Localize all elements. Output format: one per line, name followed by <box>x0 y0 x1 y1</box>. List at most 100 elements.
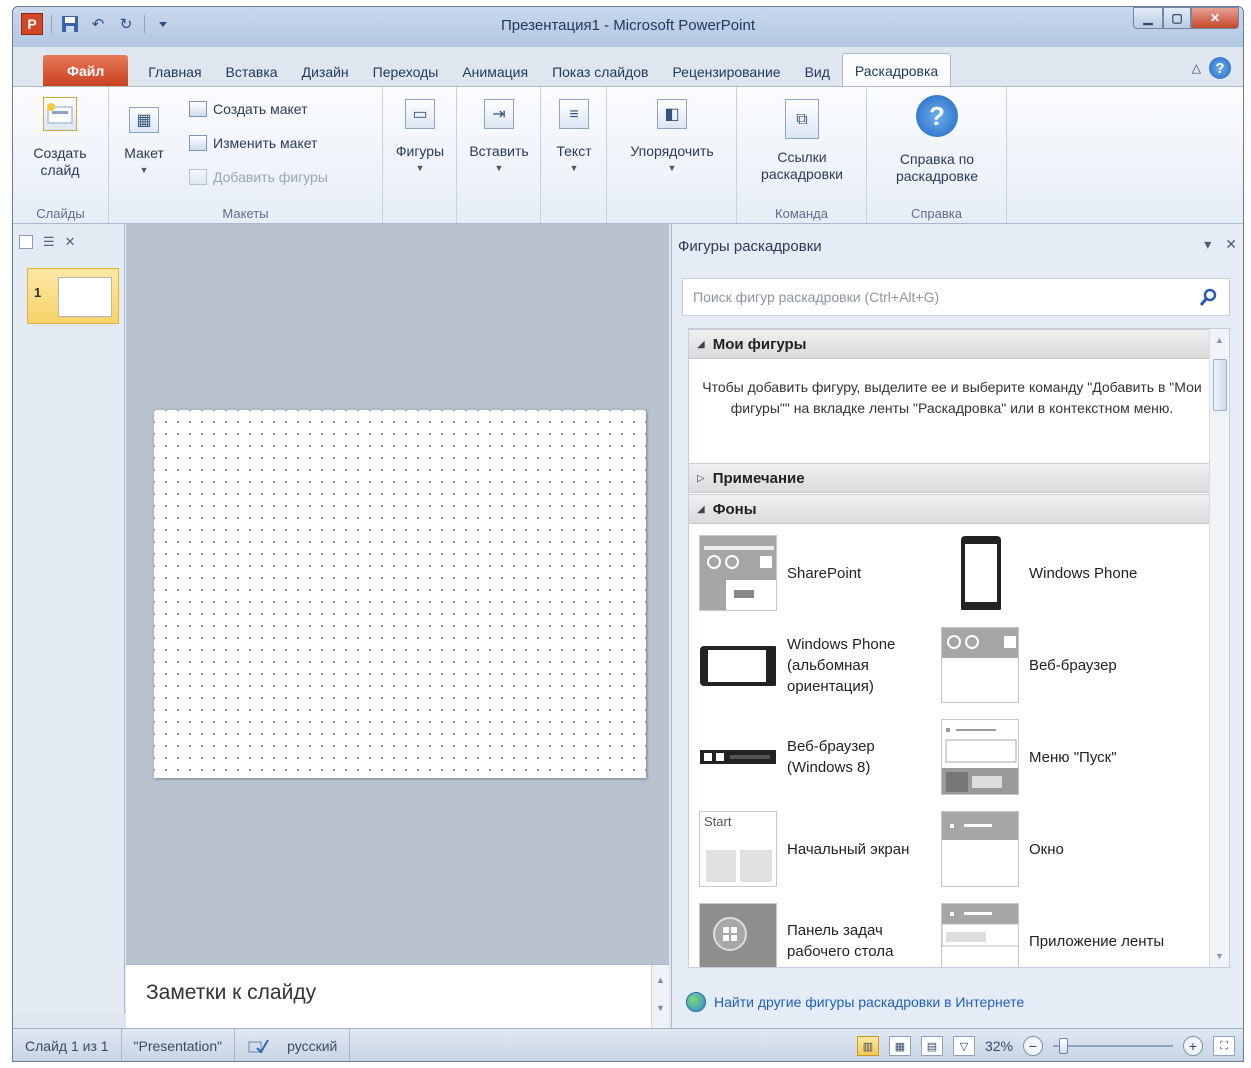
shape-start-menu[interactable]: Меню "Пуск" <box>941 719 1169 795</box>
section-note-label: Примечание <box>712 469 805 487</box>
tab-home[interactable]: Главная <box>136 57 213 87</box>
notes-placeholder[interactable]: Заметки к слайду <box>146 981 316 1005</box>
shape-search-box <box>682 278 1230 316</box>
close-pane-icon[interactable]: ✕ <box>65 234 76 250</box>
section-note[interactable]: ▷ Примечание <box>689 463 1210 493</box>
windows-phone-landscape-thumbnail <box>699 627 777 703</box>
window-thumbnail <box>941 811 1019 887</box>
collapse-icon: ▷ <box>697 472 705 484</box>
layout-button[interactable]: ▦ Макет ▼ <box>119 107 169 179</box>
shapes-button[interactable]: ▭ Фигуры ▼ <box>389 99 451 177</box>
minimize-icon[interactable]: ▁ <box>1133 7 1163 29</box>
add-shapes-button[interactable]: Добавить фигуры <box>189 169 328 185</box>
tab-animations[interactable]: Анимация <box>450 57 540 87</box>
search-icon[interactable] <box>1199 287 1219 307</box>
zoom-out-icon[interactable]: − <box>1023 1036 1043 1056</box>
notes-scrollbar[interactable]: ▲ ▼ <box>651 965 669 1029</box>
shape-web-browser[interactable]: Веб-браузер <box>941 627 1169 703</box>
zoom-level[interactable]: 32% <box>985 1038 1013 1054</box>
pane-options-icon[interactable]: ▾ <box>1204 236 1211 253</box>
scroll-up-icon[interactable]: ▲ <box>1210 335 1229 345</box>
shapes-label: Фигуры <box>395 143 445 159</box>
arrange-button[interactable]: ◧ Упорядочить ▼ <box>615 99 729 177</box>
slide-thumbnail[interactable] <box>58 277 112 317</box>
shape-desktop-taskbar[interactable]: Панель задач рабочего стола <box>699 903 927 967</box>
tab-insert[interactable]: Вставка <box>214 57 290 87</box>
create-layout-button[interactable]: Создать макет <box>189 101 308 117</box>
shape-sharepoint[interactable]: SharePoint <box>699 535 927 611</box>
start-screen-thumbnail: Start <box>699 811 777 887</box>
storyboard-links-button[interactable]: ⧉ Ссылки раскадровки <box>743 99 861 183</box>
create-layout-icon <box>189 101 207 117</box>
tab-design[interactable]: Дизайн <box>290 57 361 87</box>
shape-search-input[interactable] <box>683 279 1183 315</box>
storyboard-shapes-pane: Фигуры раскадровки ▾ ✕ ◢ Мои фигуры Чтоб… <box>671 224 1243 1028</box>
shape-window[interactable]: Окно <box>941 811 1169 887</box>
ribbon-tabs: Файл Главная Вставка Дизайн Переходы Ани… <box>13 47 1243 87</box>
scrollbar-thumb[interactable] <box>1213 359 1227 411</box>
shape-start-screen[interactable]: Start Начальный экран <box>699 811 927 887</box>
ribbon: Создать слайд Слайды ▦ Макет ▼ Создать м… <box>13 86 1243 224</box>
shape-label: Windows Phone <box>1029 564 1138 582</box>
dropdown-arrow-icon: ▼ <box>569 163 579 173</box>
pane-close-icon[interactable]: ✕ <box>1225 236 1237 253</box>
edit-layout-button[interactable]: Изменить макет <box>189 135 317 151</box>
tab-transitions[interactable]: Переходы <box>361 57 451 87</box>
help-icon[interactable]: ? <box>1209 57 1231 79</box>
pane-controls: ▾ ✕ <box>1204 236 1237 253</box>
slides-tab-icon[interactable] <box>19 235 33 249</box>
zoom-slider[interactable] <box>1053 1038 1173 1054</box>
slide-editor <box>126 224 669 964</box>
theme-name: "Presentation" <box>122 1029 236 1061</box>
shape-windows-phone-landscape[interactable]: Windows Phone (альбомная ориентация) <box>699 627 927 703</box>
slide-thumbnail-selected[interactable]: 1 <box>27 268 119 324</box>
storyboard-help-label: Справка по раскадровке <box>895 151 979 184</box>
slide-sorter-view-icon[interactable]: ▦ <box>888 1036 911 1056</box>
tab-file[interactable]: Файл <box>43 55 129 87</box>
layout-icon: ▦ <box>129 107 159 133</box>
minimize-ribbon-icon[interactable]: △ <box>1192 61 1201 75</box>
section-my-shapes[interactable]: ◢ Мои фигуры <box>689 329 1210 359</box>
tab-view[interactable]: Вид <box>793 57 842 87</box>
scroll-down-icon[interactable]: ▼ <box>1210 951 1229 961</box>
slide-canvas[interactable] <box>154 410 646 778</box>
notes-pane[interactable]: Заметки к слайду ▲ ▼ <box>126 964 669 1029</box>
section-backgrounds[interactable]: ◢ Фоны <box>689 494 1210 524</box>
dropdown-arrow-icon: ▼ <box>494 163 504 173</box>
outline-tab-icon[interactable]: ☰ <box>43 234 55 250</box>
storyboard-links-label: Ссылки раскадровки <box>761 149 843 182</box>
add-shapes-label: Добавить фигуры <box>213 169 328 185</box>
reading-view-icon[interactable]: ▤ <box>920 1036 943 1056</box>
tab-review[interactable]: Рецензирование <box>660 57 792 87</box>
close-icon[interactable]: ✕ <box>1191 7 1239 29</box>
group-help-label: Справка <box>911 206 962 221</box>
maximize-icon[interactable]: ▢ <box>1163 7 1191 29</box>
storyboard-help-button[interactable]: ? Справка по раскадровке <box>873 95 1001 185</box>
shape-ribbon-app[interactable]: Приложение ленты <box>941 903 1169 967</box>
group-text: ≡ Текст ▼ <box>541 87 607 223</box>
shapes-gallery: ◢ Мои фигуры Чтобы добавить фигуру, выде… <box>688 328 1230 968</box>
zoom-slider-thumb[interactable] <box>1059 1038 1068 1054</box>
shape-web-browser-win8[interactable]: Веб-браузер (Windows 8) <box>699 719 927 795</box>
start-menu-thumbnail <box>941 719 1019 795</box>
insert-button[interactable]: ⇥ Вставить ▼ <box>461 99 537 177</box>
group-team-label: Команда <box>775 206 828 221</box>
scroll-down-icon[interactable]: ▼ <box>652 1003 669 1013</box>
fit-to-window-icon[interactable]: ⛶ <box>1213 1036 1235 1056</box>
gallery-scrollbar[interactable]: ▲ ▼ <box>1209 329 1229 967</box>
web-browser-thumbnail <box>941 627 1019 703</box>
dropdown-arrow-icon: ▼ <box>415 163 425 173</box>
proofing-indicator[interactable]: русский <box>235 1029 351 1061</box>
slideshow-view-icon[interactable]: ▽ <box>952 1036 975 1056</box>
normal-view-icon[interactable]: ▥ <box>856 1036 879 1056</box>
find-more-shapes-link[interactable]: Найти другие фигуры раскадровки в Интерн… <box>686 992 1024 1012</box>
sharepoint-thumbnail <box>699 535 777 611</box>
new-slide-button[interactable]: Создать слайд <box>23 97 97 179</box>
ribbon-app-thumbnail <box>941 903 1019 967</box>
tab-storyboarding[interactable]: Раскадровка <box>841 53 952 87</box>
zoom-in-icon[interactable]: + <box>1183 1036 1203 1056</box>
scroll-up-icon[interactable]: ▲ <box>652 975 669 985</box>
text-button[interactable]: ≡ Текст ▼ <box>547 99 601 177</box>
shape-windows-phone[interactable]: Windows Phone <box>941 535 1169 611</box>
tab-slideshow[interactable]: Показ слайдов <box>540 57 660 87</box>
